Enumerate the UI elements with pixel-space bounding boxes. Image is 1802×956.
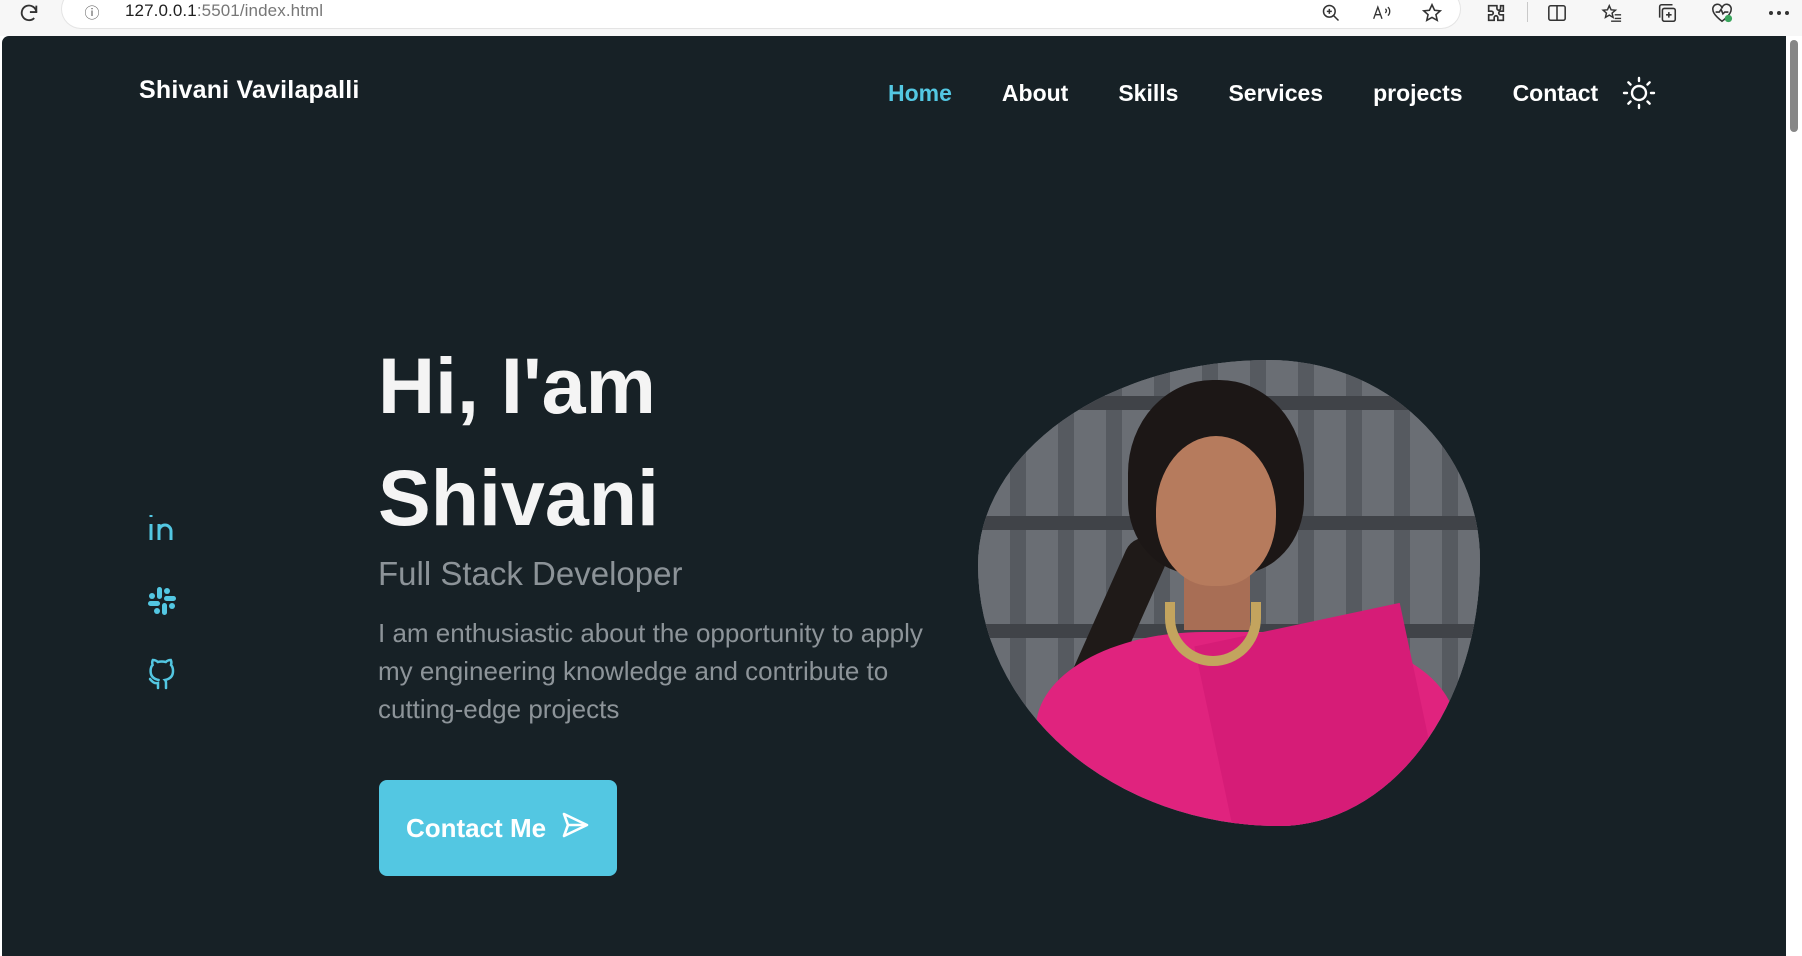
- nav-contact[interactable]: Contact: [1513, 76, 1599, 110]
- contact-button-label: Contact Me: [405, 812, 547, 843]
- collections-icon[interactable]: [1653, 0, 1681, 26]
- browser-toolbar: ⓘ 127.0.0.1:5501/index.html: [0, 0, 1802, 36]
- url-text[interactable]: 127.0.0.1:5501/index.html: [125, 1, 323, 21]
- hero-role: Full Stack Developer: [378, 555, 683, 592]
- nav-about[interactable]: About: [1002, 76, 1068, 110]
- nav-skills[interactable]: Skills: [1118, 76, 1178, 110]
- address-bar[interactable]: ⓘ 127.0.0.1:5501/index.html: [62, 0, 1460, 28]
- nav-projects[interactable]: projects: [1373, 76, 1462, 110]
- performance-icon[interactable]: [1708, 0, 1736, 26]
- profile-face: [1156, 436, 1276, 586]
- favorite-star-icon[interactable]: [1418, 0, 1446, 26]
- nav-services[interactable]: Services: [1228, 76, 1323, 110]
- zoom-icon[interactable]: [1317, 0, 1345, 26]
- more-icon[interactable]: [1765, 0, 1793, 26]
- send-icon: [560, 811, 590, 846]
- sun-icon[interactable]: [1622, 76, 1656, 110]
- social-links: [145, 510, 179, 692]
- toolbar-divider: [1527, 2, 1528, 22]
- hero-name: Shivani: [378, 453, 659, 542]
- url-path: :5501/index.html: [196, 1, 324, 20]
- url-host: 127.0.0.1: [125, 1, 197, 20]
- linkedin-icon[interactable]: [145, 510, 179, 544]
- slack-icon[interactable]: [145, 584, 179, 618]
- favorites-icon[interactable]: [1598, 0, 1626, 26]
- hero-description: I am enthusiastic about the opportunity …: [378, 618, 923, 724]
- github-icon[interactable]: [145, 658, 179, 692]
- profile-image: [978, 360, 1480, 826]
- site-brand[interactable]: Shivani Vavilapalli: [139, 76, 360, 105]
- scrollbar-thumb[interactable]: [1790, 40, 1798, 132]
- read-aloud-icon[interactable]: [1368, 0, 1396, 26]
- main-nav: Home About Skills Services projects Cont…: [888, 76, 1598, 110]
- extensions-icon[interactable]: [1482, 0, 1510, 26]
- site-info-icon[interactable]: ⓘ: [82, 2, 102, 22]
- split-screen-icon[interactable]: [1543, 0, 1571, 26]
- hero-greeting: Hi, I'am: [378, 341, 656, 430]
- reload-icon[interactable]: [16, 1, 42, 25]
- page-scrollbar[interactable]: [1786, 36, 1802, 956]
- nav-home[interactable]: Home: [888, 76, 952, 110]
- contact-me-button[interactable]: Contact Me: [379, 780, 617, 876]
- portfolio-page: Shivani Vavilapalli Home About Skills Se…: [2, 36, 1786, 956]
- hero-heading: Hi, I'am Shivani: [378, 330, 659, 554]
